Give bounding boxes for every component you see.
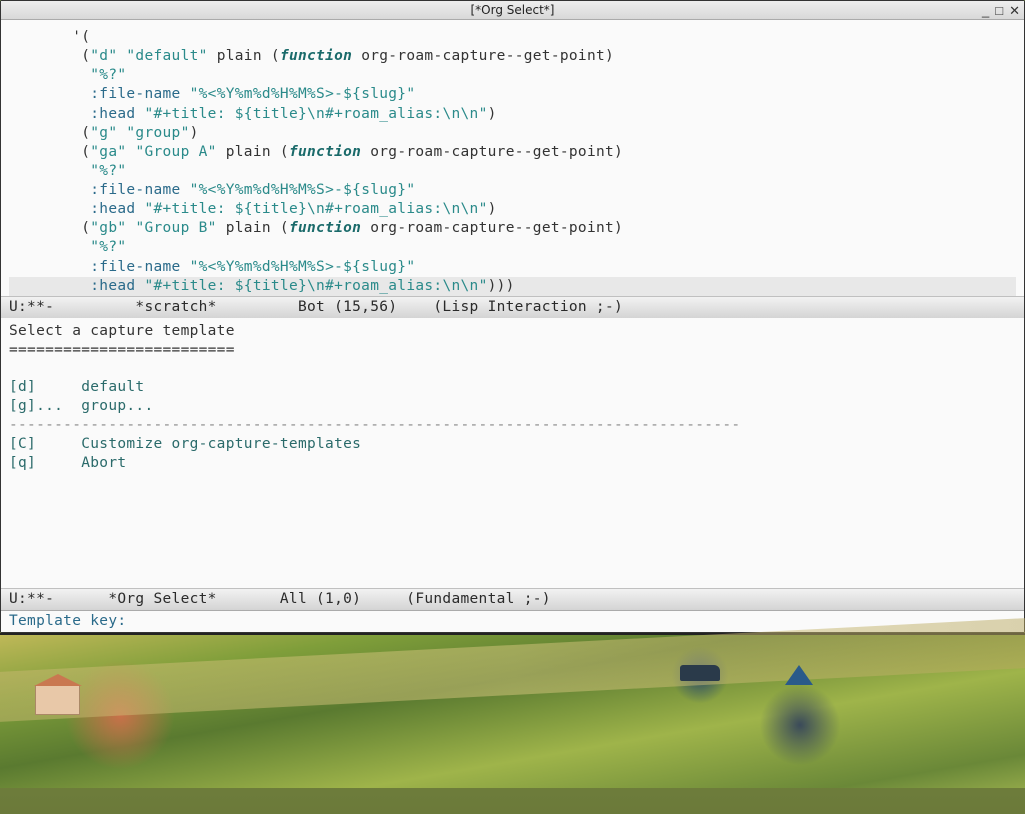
emacs-window: [*Org Select*] _ □ ✕ '( ("d" "default" p… [0,0,1025,633]
landscape-path [0,618,1025,722]
window-title: [*Org Select*] [471,3,555,17]
highlighted-line: :head "#+title: ${title}\n#+roam_alias:\… [9,277,1016,296]
landscape-car [680,665,720,681]
template-option-customize[interactable]: [C] Customize org-capture-templates [9,436,361,452]
select-heading: Select a capture template [9,323,235,339]
window-titlebar[interactable]: [*Org Select*] _ □ ✕ [1,1,1024,20]
scratch-buffer[interactable]: '( ("d" "default" plain (function org-ro… [1,20,1024,296]
landscape-house [35,685,80,715]
scratch-modeline[interactable]: U:**- *scratch* Bot (15,56) (Lisp Intera… [1,296,1024,318]
org-select-buffer[interactable]: Select a capture template ==============… [1,318,1024,588]
desktop-background [0,633,1025,788]
landscape-tent [785,665,813,685]
window-controls: _ □ ✕ [982,4,1020,17]
template-option-abort[interactable]: [q] Abort [9,455,126,471]
close-button[interactable]: ✕ [1009,4,1020,17]
template-option-default[interactable]: [d] default [9,379,144,395]
maximize-button[interactable]: □ [995,4,1003,17]
minimize-button[interactable]: _ [982,4,989,17]
template-option-group[interactable]: [g]... group... [9,398,153,414]
minibuffer-prompt: Template key: [9,613,126,629]
org-select-modeline[interactable]: U:**- *Org Select* All (1,0) (Fundamenta… [1,588,1024,610]
